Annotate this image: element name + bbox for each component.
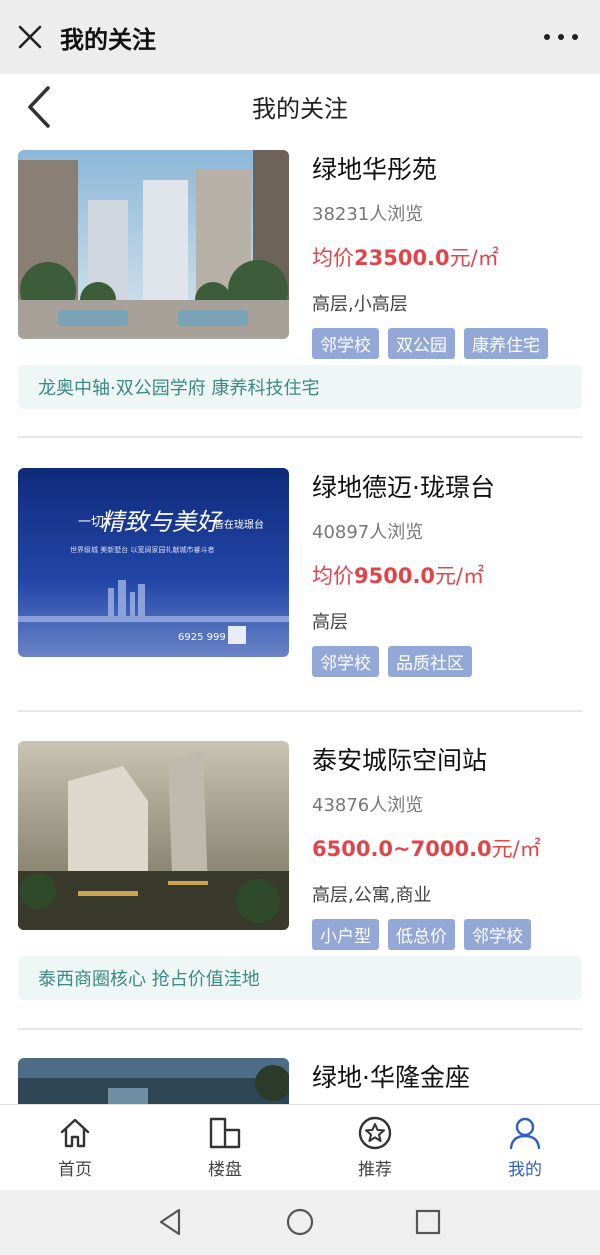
divider [18, 710, 582, 712]
divider [18, 436, 582, 438]
tab-label: 我的 [508, 1160, 542, 1180]
property-photo[interactable] [18, 1058, 289, 1104]
property-info: 绿地德迈·珑璟台 40897人浏览 均价9500.0元/㎡ 高层 邻学校 品质社… [312, 468, 495, 677]
page-header: 我的关注 [0, 74, 600, 138]
price: 6500.0~7000.0元/㎡ [312, 837, 541, 861]
property-photo[interactable]: 一切 精致与美好 皆在珑璟台 世界级城 美新墅台 以宽阔家园礼献城市睿斗者 69… [18, 468, 289, 657]
property-name[interactable]: 绿地德迈·珑璟台 [312, 468, 495, 504]
user-icon [509, 1117, 541, 1150]
slogan-banner: 龙奥中轴·双公园学府 康养科技住宅 [18, 365, 582, 409]
slogan-banner: 泰西商圈核心 抢占价值洼地 [18, 956, 582, 1000]
svg-text:6925 999: 6925 999 [178, 632, 226, 643]
system-nav-bar [0, 1190, 600, 1255]
tab-label: 楼盘 [208, 1160, 242, 1180]
view-count: 40897人浏览 [312, 522, 424, 543]
property-name[interactable]: 绿地华彤苑 [312, 150, 548, 186]
property-types: 高层,小高层 [312, 294, 408, 315]
property-types: 高层,公寓,商业 [312, 885, 432, 906]
tab-recommend[interactable]: 推荐 [300, 1105, 450, 1190]
star-icon [358, 1116, 392, 1150]
price: 均价9500.0元/㎡ [312, 564, 485, 588]
property-info: 绿地华彤苑 38231人浏览 均价23500.0元/㎡ 高层,小高层 邻学校 双… [312, 150, 548, 359]
property-info: 泰安城际空间站 43876人浏览 6500.0~7000.0元/㎡ 高层,公寓,… [312, 741, 541, 950]
home-circle-icon[interactable] [284, 1206, 316, 1238]
property-name[interactable]: 泰安城际空间站 [312, 741, 541, 777]
tag: 双公园 [388, 328, 455, 359]
property-info: 绿地·华隆金座 [312, 1058, 470, 1094]
bottom-tab-bar: 首页 楼盘 推荐 我的 [0, 1104, 600, 1190]
tag: 低总价 [388, 919, 455, 950]
property-types: 高层 [312, 612, 348, 633]
divider [18, 1028, 582, 1030]
tag-list: 邻学校 双公园 康养住宅 [312, 328, 548, 359]
close-icon[interactable] [0, 0, 60, 74]
recents-square-icon[interactable] [412, 1206, 444, 1238]
tab-mine[interactable]: 我的 [450, 1105, 600, 1190]
back-triangle-icon[interactable] [155, 1206, 187, 1238]
tag: 小户型 [312, 919, 379, 950]
view-count: 43876人浏览 [312, 795, 424, 816]
home-icon [60, 1118, 90, 1148]
svg-text:皆在珑璟台: 皆在珑璟台 [214, 518, 264, 531]
property-photo[interactable] [18, 150, 289, 339]
page-title: 我的关注 [252, 94, 348, 123]
property-photo[interactable] [18, 741, 289, 930]
more-icon[interactable] [544, 24, 578, 50]
tab-label: 推荐 [358, 1160, 392, 1180]
top-bar: 我的关注 [0, 0, 600, 74]
chevron-left-icon[interactable] [22, 84, 58, 130]
tag-list: 邻学校 品质社区 [312, 646, 495, 677]
tag: 邻学校 [312, 328, 379, 359]
tab-home[interactable]: 首页 [0, 1105, 150, 1190]
svg-text:精致与美好: 精致与美好 [100, 508, 223, 536]
tag: 品质社区 [388, 646, 472, 677]
tag: 康养住宅 [464, 328, 548, 359]
tab-buildings[interactable]: 楼盘 [150, 1105, 300, 1190]
building-icon [209, 1117, 241, 1149]
followed-list[interactable]: 绿地华彤苑 38231人浏览 均价23500.0元/㎡ 高层,小高层 邻学校 双… [0, 138, 600, 1104]
property-name[interactable]: 绿地·华隆金座 [312, 1058, 470, 1094]
svg-text:世界级城 美新墅台 以宽阔家园礼献城市睿斗者: 世界级城 美新墅台 以宽阔家园礼献城市睿斗者 [70, 545, 214, 554]
tag-list: 小户型 低总价 邻学校 [312, 919, 541, 950]
tab-label: 首页 [58, 1160, 92, 1180]
view-count: 38231人浏览 [312, 204, 424, 225]
price: 均价23500.0元/㎡ [312, 246, 499, 270]
tag: 邻学校 [312, 646, 379, 677]
tag: 邻学校 [464, 919, 531, 950]
window-title: 我的关注 [60, 25, 156, 54]
